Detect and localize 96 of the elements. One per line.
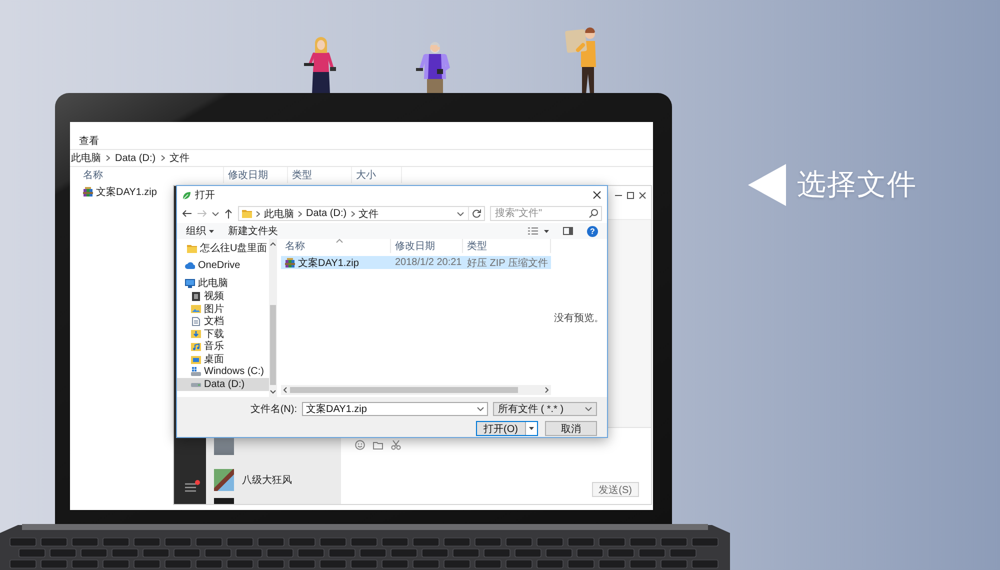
avatar-photo: [214, 498, 234, 504]
nav-item[interactable]: 下载: [177, 328, 269, 340]
breadcrumb-item[interactable]: 此电脑: [71, 151, 101, 165]
preview-message: 没有预览。: [554, 312, 604, 325]
file-item[interactable]: 文案DAY1.zip: [83, 184, 157, 199]
folder-icon: [187, 244, 197, 253]
column-header[interactable]: 名称: [281, 239, 391, 253]
chevron-down-icon[interactable]: [477, 407, 484, 411]
send-button[interactable]: 发送(S): [592, 482, 639, 497]
computer-icon: [185, 278, 195, 288]
chevron-up-icon[interactable]: [270, 242, 276, 246]
cloud-icon: [185, 261, 195, 270]
sort-chevron-icon: [336, 239, 342, 243]
file-row[interactable]: 文案DAY1.zip 2018/1/2 20:21 好压 ZIP 压缩文件: [281, 256, 551, 269]
app-icon: [182, 190, 191, 200]
preview-pane-icon[interactable]: [563, 227, 573, 235]
chevron-down-icon[interactable]: [457, 212, 464, 216]
nav-item[interactable]: 怎么往U盘里面: [177, 242, 269, 255]
nav-item[interactable]: 桌面: [177, 352, 269, 366]
chevron-right-icon: [256, 210, 260, 216]
chevron-down-icon[interactable]: [585, 407, 592, 411]
nav-item[interactable]: Data (D:): [177, 378, 269, 391]
refresh-icon[interactable]: [472, 209, 481, 218]
open-button[interactable]: 打开(O): [476, 421, 538, 436]
caret-icon: [544, 230, 549, 232]
file-type: 好压 ZIP 压缩文件: [466, 256, 549, 270]
chevron-down-icon[interactable]: [270, 390, 276, 394]
nav-item[interactable]: 视频: [177, 290, 269, 302]
minimize-icon[interactable]: [615, 192, 622, 199]
search-icon[interactable]: [589, 209, 598, 218]
file-type-dropdown[interactable]: 所有文件 ( *.* ): [493, 402, 597, 416]
address-bar[interactable]: 此电脑 Data (D:) 文件: [238, 206, 485, 221]
filename-label: 文件名(N):: [250, 402, 297, 416]
maximize-icon[interactable]: [627, 192, 634, 199]
column-header[interactable]: 修改日期: [391, 239, 463, 253]
dialog-title: 打开: [195, 188, 215, 202]
recent-locations-chevron-icon[interactable]: [212, 212, 219, 216]
help-button[interactable]: ?: [587, 226, 598, 236]
archive-icon: [83, 186, 93, 196]
breadcrumb-item[interactable]: 文件: [170, 151, 190, 165]
column-header[interactable]: 类型: [288, 167, 352, 183]
column-header[interactable]: 大小: [352, 167, 402, 183]
chevron-right-icon[interactable]: [545, 387, 549, 393]
download-folder-icon: [191, 329, 201, 338]
folder-icon: [242, 209, 252, 218]
folder-icon[interactable]: [373, 440, 383, 450]
organize-menu-button[interactable]: 组织: [186, 224, 214, 238]
vertical-scrollbar[interactable]: [269, 239, 277, 397]
file-name: 文案DAY1.zip: [298, 256, 359, 270]
up-arrow-icon[interactable]: [224, 208, 233, 218]
view-options-icon[interactable]: [528, 227, 538, 235]
close-icon[interactable]: [593, 191, 601, 199]
nav-item[interactable]: 文档: [177, 314, 269, 328]
film-icon: [191, 292, 201, 301]
nav-item[interactable]: 此电脑: [177, 277, 269, 290]
close-icon[interactable]: [639, 192, 646, 199]
desktop-folder-icon: [191, 354, 201, 364]
emoji-icon[interactable]: [355, 440, 365, 450]
ribbon-tab[interactable]: 查看: [79, 134, 99, 148]
nav-item[interactable]: Windows (C:): [177, 365, 269, 378]
breadcrumb-item[interactable]: 此电脑: [264, 206, 294, 220]
filename-field[interactable]: 文案DAY1.zip: [302, 402, 488, 416]
chevron-right-icon: [350, 210, 355, 216]
scrollbar-thumb[interactable]: [290, 387, 518, 393]
caret-icon: [209, 230, 214, 232]
triangle-pointer-icon: [748, 164, 786, 206]
chevron-right-icon: [160, 155, 165, 161]
breadcrumb-item[interactable]: Data (D:): [306, 208, 347, 219]
cancel-button[interactable]: 取消: [545, 421, 597, 436]
breadcrumb-item[interactable]: 文件: [358, 206, 379, 220]
scissors-icon[interactable]: [391, 440, 401, 450]
column-header[interactable]: 修改日期: [224, 167, 288, 183]
contact-item[interactable]: 八级大狂风: [206, 462, 341, 498]
new-folder-button[interactable]: 新建文件夹: [228, 224, 278, 238]
avatar-image: [214, 469, 234, 491]
horizontal-scrollbar[interactable]: [281, 385, 551, 395]
column-header[interactable]: 类型: [463, 239, 551, 253]
menu-icon[interactable]: [184, 483, 196, 492]
back-arrow-icon[interactable]: [182, 209, 192, 218]
music-folder-icon: [191, 342, 201, 351]
modified-date: 2018/1/2 20:21: [394, 257, 463, 268]
chevron-left-icon[interactable]: [283, 387, 287, 393]
nav-item[interactable]: 图片: [177, 302, 269, 315]
archive-icon: [285, 258, 295, 268]
breadcrumb-item[interactable]: Data (D:): [115, 152, 156, 164]
column-header[interactable]: 名称: [70, 167, 224, 183]
nav-item[interactable]: OneDrive: [177, 260, 269, 272]
picture-folder-icon: [191, 304, 201, 314]
caption-text: 选择文件: [797, 168, 917, 203]
scrollbar-thumb[interactable]: [270, 305, 276, 385]
chevron-right-icon: [298, 210, 302, 216]
chevron-right-icon: [106, 155, 110, 161]
nav-item[interactable]: 音乐: [177, 340, 269, 353]
search-field[interactable]: 搜索"文件": [490, 206, 602, 221]
document-icon: [191, 316, 201, 326]
drive-icon: [191, 367, 201, 376]
